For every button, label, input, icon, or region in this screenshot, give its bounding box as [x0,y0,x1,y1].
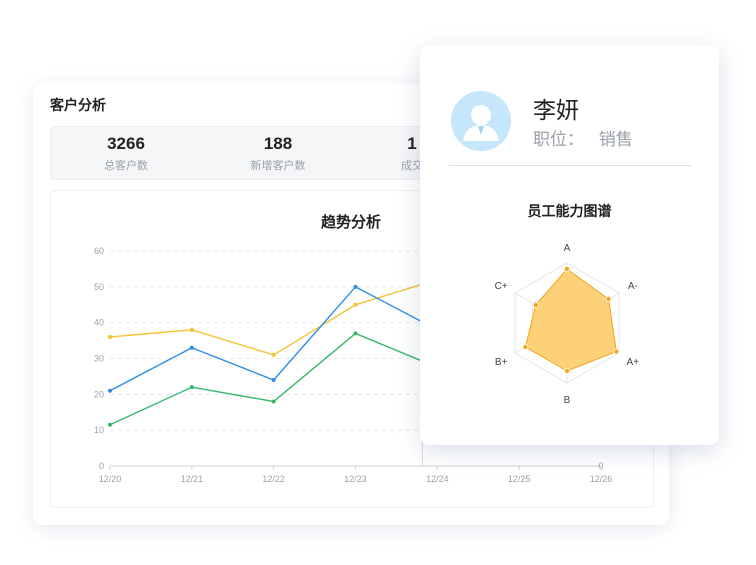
y-tick-label: 10 [94,425,104,435]
radar-axis-label: A- [628,281,638,292]
stat-value: 3266 [107,134,145,153]
series-point [108,388,112,393]
y-tick-label: 50 [94,282,104,292]
stat-label: 总客户数 [104,160,148,172]
radar-point [563,367,570,374]
y-tick-label: 20 [94,389,104,399]
radar-axis-label: B+ [495,357,508,368]
stat-new-customers: 188 新增客户数 [203,127,353,173]
radar-point [532,301,539,308]
series-point [189,385,194,390]
series-line-1 [109,285,438,392]
series-point [108,422,112,427]
radar-area [524,268,617,372]
y-tick-label: 0 [99,461,104,471]
series-point [271,352,276,357]
series-point [189,345,194,350]
radar-point [605,295,612,302]
radar-point [613,348,620,355]
x-tick-label: 12/25 [508,474,531,484]
x-tick-label: 12/26 [590,474,613,484]
radar-axis-label: C+ [495,281,508,292]
stat-total-customers: 3266 总客户数 [51,127,201,173]
radar-point [522,343,529,350]
series-point [271,399,276,404]
series-point [271,378,276,382]
y-tick-label: 30 [94,354,104,364]
series-point [189,327,194,332]
x-tick-label: 12/20 [99,474,122,484]
series-line-0 [109,278,438,356]
x-tick-label: 12/23 [344,474,367,484]
radar-axis-label: A+ [627,357,640,368]
x-tick-label: 12/24 [426,474,449,484]
series-point [353,302,358,307]
radar-point [563,265,570,272]
series-point [108,335,112,339]
y-tick-label: 40 [94,318,104,328]
x-tick-label: 12/22 [262,474,285,484]
radar-axis-label: A [564,243,571,254]
series-point [353,331,358,336]
panel-title: 客户分析 [50,97,106,113]
series-point [353,284,358,289]
stat-value: 188 [263,134,293,153]
employee-profile-card: 李妍 职位： 销售 员工能力图谱 A A- A+ B B+ C+ [420,45,719,445]
stat-label: 新增客户数 [250,160,306,172]
radar-axis-label: B [564,395,571,406]
x-tick-label: 12/21 [181,474,204,484]
ability-radar-chart: A A- A+ B B+ C+ [495,243,640,406]
y-tick-label: 60 [94,246,104,256]
